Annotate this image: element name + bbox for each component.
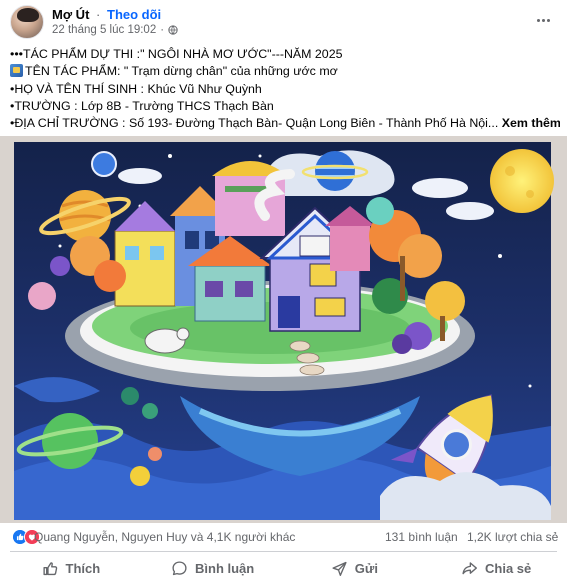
send-button[interactable]: Gửi: [284, 553, 426, 584]
more-options-button[interactable]: [533, 12, 553, 28]
share-button[interactable]: Chia sẻ: [425, 553, 567, 584]
shares-count[interactable]: 1,2K lượt chia sẻ: [467, 530, 563, 544]
send-label: Gửi: [354, 561, 378, 576]
author-name[interactable]: Mợ Út: [52, 7, 89, 22]
post-header: Mợ Út · Theo dõi 22 tháng 5 lúc 19:02 ·: [0, 0, 567, 44]
send-icon: [332, 561, 347, 576]
caption-line-3: •HỌ VÀ TÊN THÍ SINH : Khúc Vũ Như Quỳnh: [10, 81, 262, 96]
see-more-link[interactable]: Xem thêm: [502, 116, 560, 130]
framed-picture-emoji-icon: [10, 64, 23, 78]
post-actions: Thích Bình luận Gửi Chia sẻ: [0, 553, 567, 584]
caption-line-5: •ĐỊA CHỈ TRƯỜNG : Số 193- Đường Thạch Bà…: [10, 115, 560, 132]
author-avatar[interactable]: [10, 5, 44, 39]
reactors-summary[interactable]: Quang Nguyễn, Nguyen Huy và 4,1K người k…: [34, 530, 295, 544]
post-timestamp[interactable]: 22 tháng 5 lúc 19:02: [52, 24, 156, 36]
moon: [490, 149, 554, 213]
caption-line-2-text: TÊN TÁC PHẨM: " Trạm dừng chân" của nhữn…: [25, 64, 338, 79]
green-planet: [42, 413, 98, 469]
divider: [10, 551, 557, 552]
comment-button[interactable]: Bình luận: [142, 553, 284, 584]
more-dot: [541, 18, 545, 22]
meta-separator: ·: [160, 24, 165, 36]
more-horizontal-icon: [536, 18, 540, 22]
like-label: Thích: [65, 561, 101, 576]
caption-line-2: TÊN TÁC PHẨM: " Trạm dừng chân" của nhữn…: [10, 63, 560, 80]
more-dot: [546, 18, 550, 22]
post-stats: Quang Nguyễn, Nguyen Huy và 4,1K người k…: [0, 526, 567, 548]
caption-line-5-text: •ĐỊA CHỈ TRƯỜNG : Số 193- Đường Thạch Bà…: [10, 116, 499, 131]
separator: ·: [96, 7, 101, 22]
comment-label: Bình luận: [195, 561, 255, 576]
comment-bubble-icon: [172, 561, 187, 576]
share-arrow-icon: [462, 562, 477, 575]
post-caption: •••TÁC PHẨM DỰ THI :" NGÔI NHÀ MƠ ƯỚC"--…: [10, 46, 560, 132]
caption-line-4: •TRƯỜNG : Lớp 8B - Trường THCS Thạch Bàn: [10, 98, 274, 113]
artwork-image: [0, 136, 567, 523]
like-button[interactable]: Thích: [0, 553, 142, 584]
caption-line-1: •••TÁC PHẨM DỰ THI :" NGÔI NHÀ MƠ ƯỚC"--…: [10, 47, 343, 61]
globe-icon[interactable]: [168, 25, 178, 35]
post-meta: 22 tháng 5 lúc 19:02 ·: [52, 24, 178, 36]
follow-button[interactable]: Theo dõi: [107, 7, 161, 22]
author-line: Mợ Út · Theo dõi: [52, 7, 161, 22]
thumbs-up-icon: [42, 562, 57, 576]
comments-count[interactable]: 131 bình luận: [385, 530, 458, 544]
share-label: Chia sẻ: [485, 561, 532, 576]
post-photo[interactable]: [0, 136, 567, 523]
